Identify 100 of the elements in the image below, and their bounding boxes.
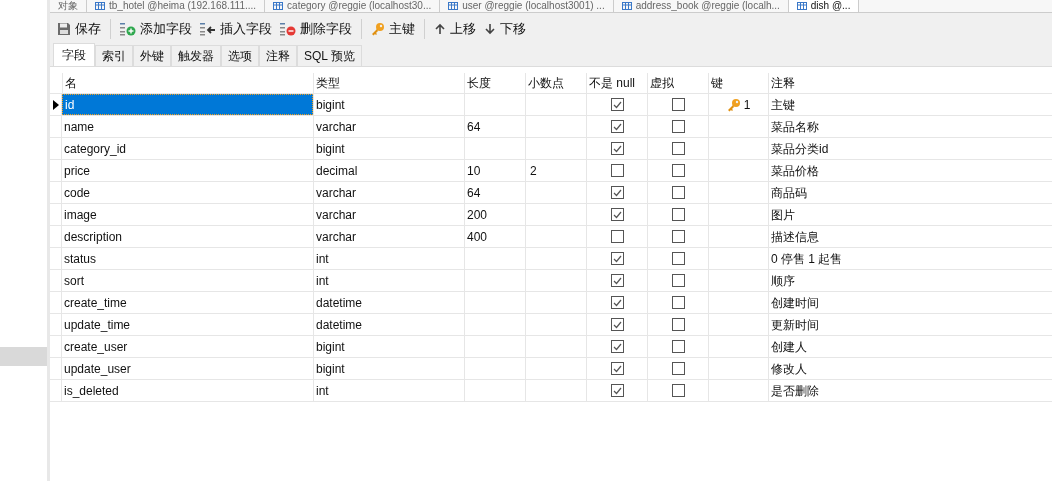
document-tab[interactable]: user @reggie (localhost3001) ...	[440, 0, 614, 12]
checkbox[interactable]	[610, 208, 624, 221]
checkbox[interactable]	[671, 274, 685, 287]
checkbox[interactable]	[671, 384, 685, 397]
table-cell[interactable]: price	[62, 160, 313, 181]
checkbox[interactable]	[671, 340, 685, 353]
table-cell[interactable]: category_id	[62, 138, 313, 159]
document-tab[interactable]: tb_hotel @heima (192.168.111....	[87, 0, 266, 12]
table-cell[interactable]: 顺序	[768, 270, 1052, 291]
table-cell[interactable]: bigint	[313, 138, 464, 159]
table-cell[interactable]: create_time	[62, 292, 313, 313]
document-tab[interactable]: dish @...	[788, 0, 860, 12]
table-cell[interactable]: is_deleted	[62, 380, 313, 401]
down-button[interactable]: 下移	[481, 16, 529, 41]
tab[interactable]: SQL 预览	[297, 45, 362, 66]
insert-button[interactable]: 插入字段	[197, 16, 275, 41]
table-cell[interactable]: 菜品名称	[768, 116, 1052, 137]
checkbox[interactable]	[671, 98, 685, 111]
document-tab[interactable]: category @reggie (localhost30...	[265, 0, 441, 12]
table-cell[interactable]: 64	[464, 182, 525, 203]
table-cell[interactable]: decimal	[313, 160, 464, 181]
table-cell[interactable]: int	[313, 248, 464, 269]
checkbox[interactable]	[671, 318, 685, 331]
tab[interactable]: 索引	[95, 45, 133, 66]
table-cell[interactable]: 2	[525, 160, 586, 181]
checkbox[interactable]	[671, 230, 685, 243]
table-cell[interactable]: varchar	[313, 226, 464, 247]
checkbox[interactable]	[610, 164, 624, 177]
column-header[interactable]: 虚拟	[647, 73, 708, 93]
table-cell[interactable]: update_time	[62, 314, 313, 335]
checkbox[interactable]	[610, 384, 624, 397]
table-cell[interactable]: 400	[464, 226, 525, 247]
delete-button[interactable]: 删除字段	[277, 16, 355, 41]
table-cell[interactable]: status	[62, 248, 313, 269]
tab[interactable]: 触发器	[171, 45, 221, 66]
column-header[interactable]: 键	[708, 73, 768, 93]
table-cell[interactable]: 创建时间	[768, 292, 1052, 313]
checkbox[interactable]	[671, 142, 685, 155]
table-cell[interactable]: varchar	[313, 116, 464, 137]
table-cell[interactable]: sort	[62, 270, 313, 291]
table-cell[interactable]: code	[62, 182, 313, 203]
table-cell[interactable]: image	[62, 204, 313, 225]
checkbox[interactable]	[610, 274, 624, 287]
table-cell[interactable]: 200	[464, 204, 525, 225]
table-cell[interactable]: id	[62, 94, 313, 115]
table-cell[interactable]: varchar	[313, 204, 464, 225]
checkbox[interactable]	[671, 186, 685, 199]
table-cell[interactable]: varchar	[313, 182, 464, 203]
add-button[interactable]: 添加字段	[117, 16, 195, 41]
table-cell[interactable]: 修改人	[768, 358, 1052, 379]
checkbox[interactable]	[671, 164, 685, 177]
table-cell[interactable]: 10	[464, 160, 525, 181]
table-cell[interactable]: 更新时间	[768, 314, 1052, 335]
column-header[interactable]: 名	[62, 73, 313, 93]
checkbox[interactable]	[671, 296, 685, 309]
table-cell[interactable]: 主键	[768, 94, 1052, 115]
table-cell[interactable]: 描述信息	[768, 226, 1052, 247]
checkbox[interactable]	[610, 362, 624, 375]
save-button[interactable]: 保存	[54, 16, 104, 41]
table-cell[interactable]: 菜品价格	[768, 160, 1052, 181]
checkbox[interactable]	[610, 318, 624, 331]
tab[interactable]: 注释	[259, 45, 297, 66]
up-button[interactable]: 上移	[431, 16, 479, 41]
key-button[interactable]: 主键	[368, 16, 418, 41]
document-tab[interactable]: address_book @reggie (localh...	[613, 0, 789, 12]
checkbox[interactable]	[610, 230, 624, 243]
checkbox[interactable]	[610, 120, 624, 133]
table-cell[interactable]: datetime	[313, 292, 464, 313]
checkbox[interactable]	[610, 142, 624, 155]
table-cell[interactable]: bigint	[313, 94, 464, 115]
tab[interactable]: 字段	[53, 43, 95, 66]
document-tab[interactable]: 对象	[50, 0, 87, 12]
checkbox[interactable]	[610, 98, 624, 111]
checkbox[interactable]	[671, 252, 685, 265]
table-cell[interactable]: bigint	[313, 358, 464, 379]
tab[interactable]: 选项	[221, 45, 259, 66]
table-cell[interactable]: description	[62, 226, 313, 247]
checkbox[interactable]	[610, 186, 624, 199]
table-cell[interactable]: create_user	[62, 336, 313, 357]
column-header[interactable]: 注释	[768, 73, 1052, 93]
table-cell[interactable]: 是否删除	[768, 380, 1052, 401]
checkbox[interactable]	[610, 252, 624, 265]
checkbox[interactable]	[610, 340, 624, 353]
table-cell[interactable]: int	[313, 380, 464, 401]
table-cell[interactable]: datetime	[313, 314, 464, 335]
table-cell[interactable]: 64	[464, 116, 525, 137]
checkbox[interactable]	[610, 296, 624, 309]
table-cell[interactable]: 0 停售 1 起售	[768, 248, 1052, 269]
column-header[interactable]: 小数点	[525, 73, 586, 93]
checkbox[interactable]	[671, 208, 685, 221]
table-cell[interactable]: 菜品分类id	[768, 138, 1052, 159]
table-cell[interactable]: 商品码	[768, 182, 1052, 203]
column-header[interactable]: 长度	[464, 73, 525, 93]
tab[interactable]: 外键	[133, 45, 171, 66]
table-cell[interactable]: bigint	[313, 336, 464, 357]
table-cell[interactable]: 图片	[768, 204, 1052, 225]
table-cell[interactable]: 创建人	[768, 336, 1052, 357]
table-cell[interactable]: int	[313, 270, 464, 291]
checkbox[interactable]	[671, 120, 685, 133]
checkbox[interactable]	[671, 362, 685, 375]
